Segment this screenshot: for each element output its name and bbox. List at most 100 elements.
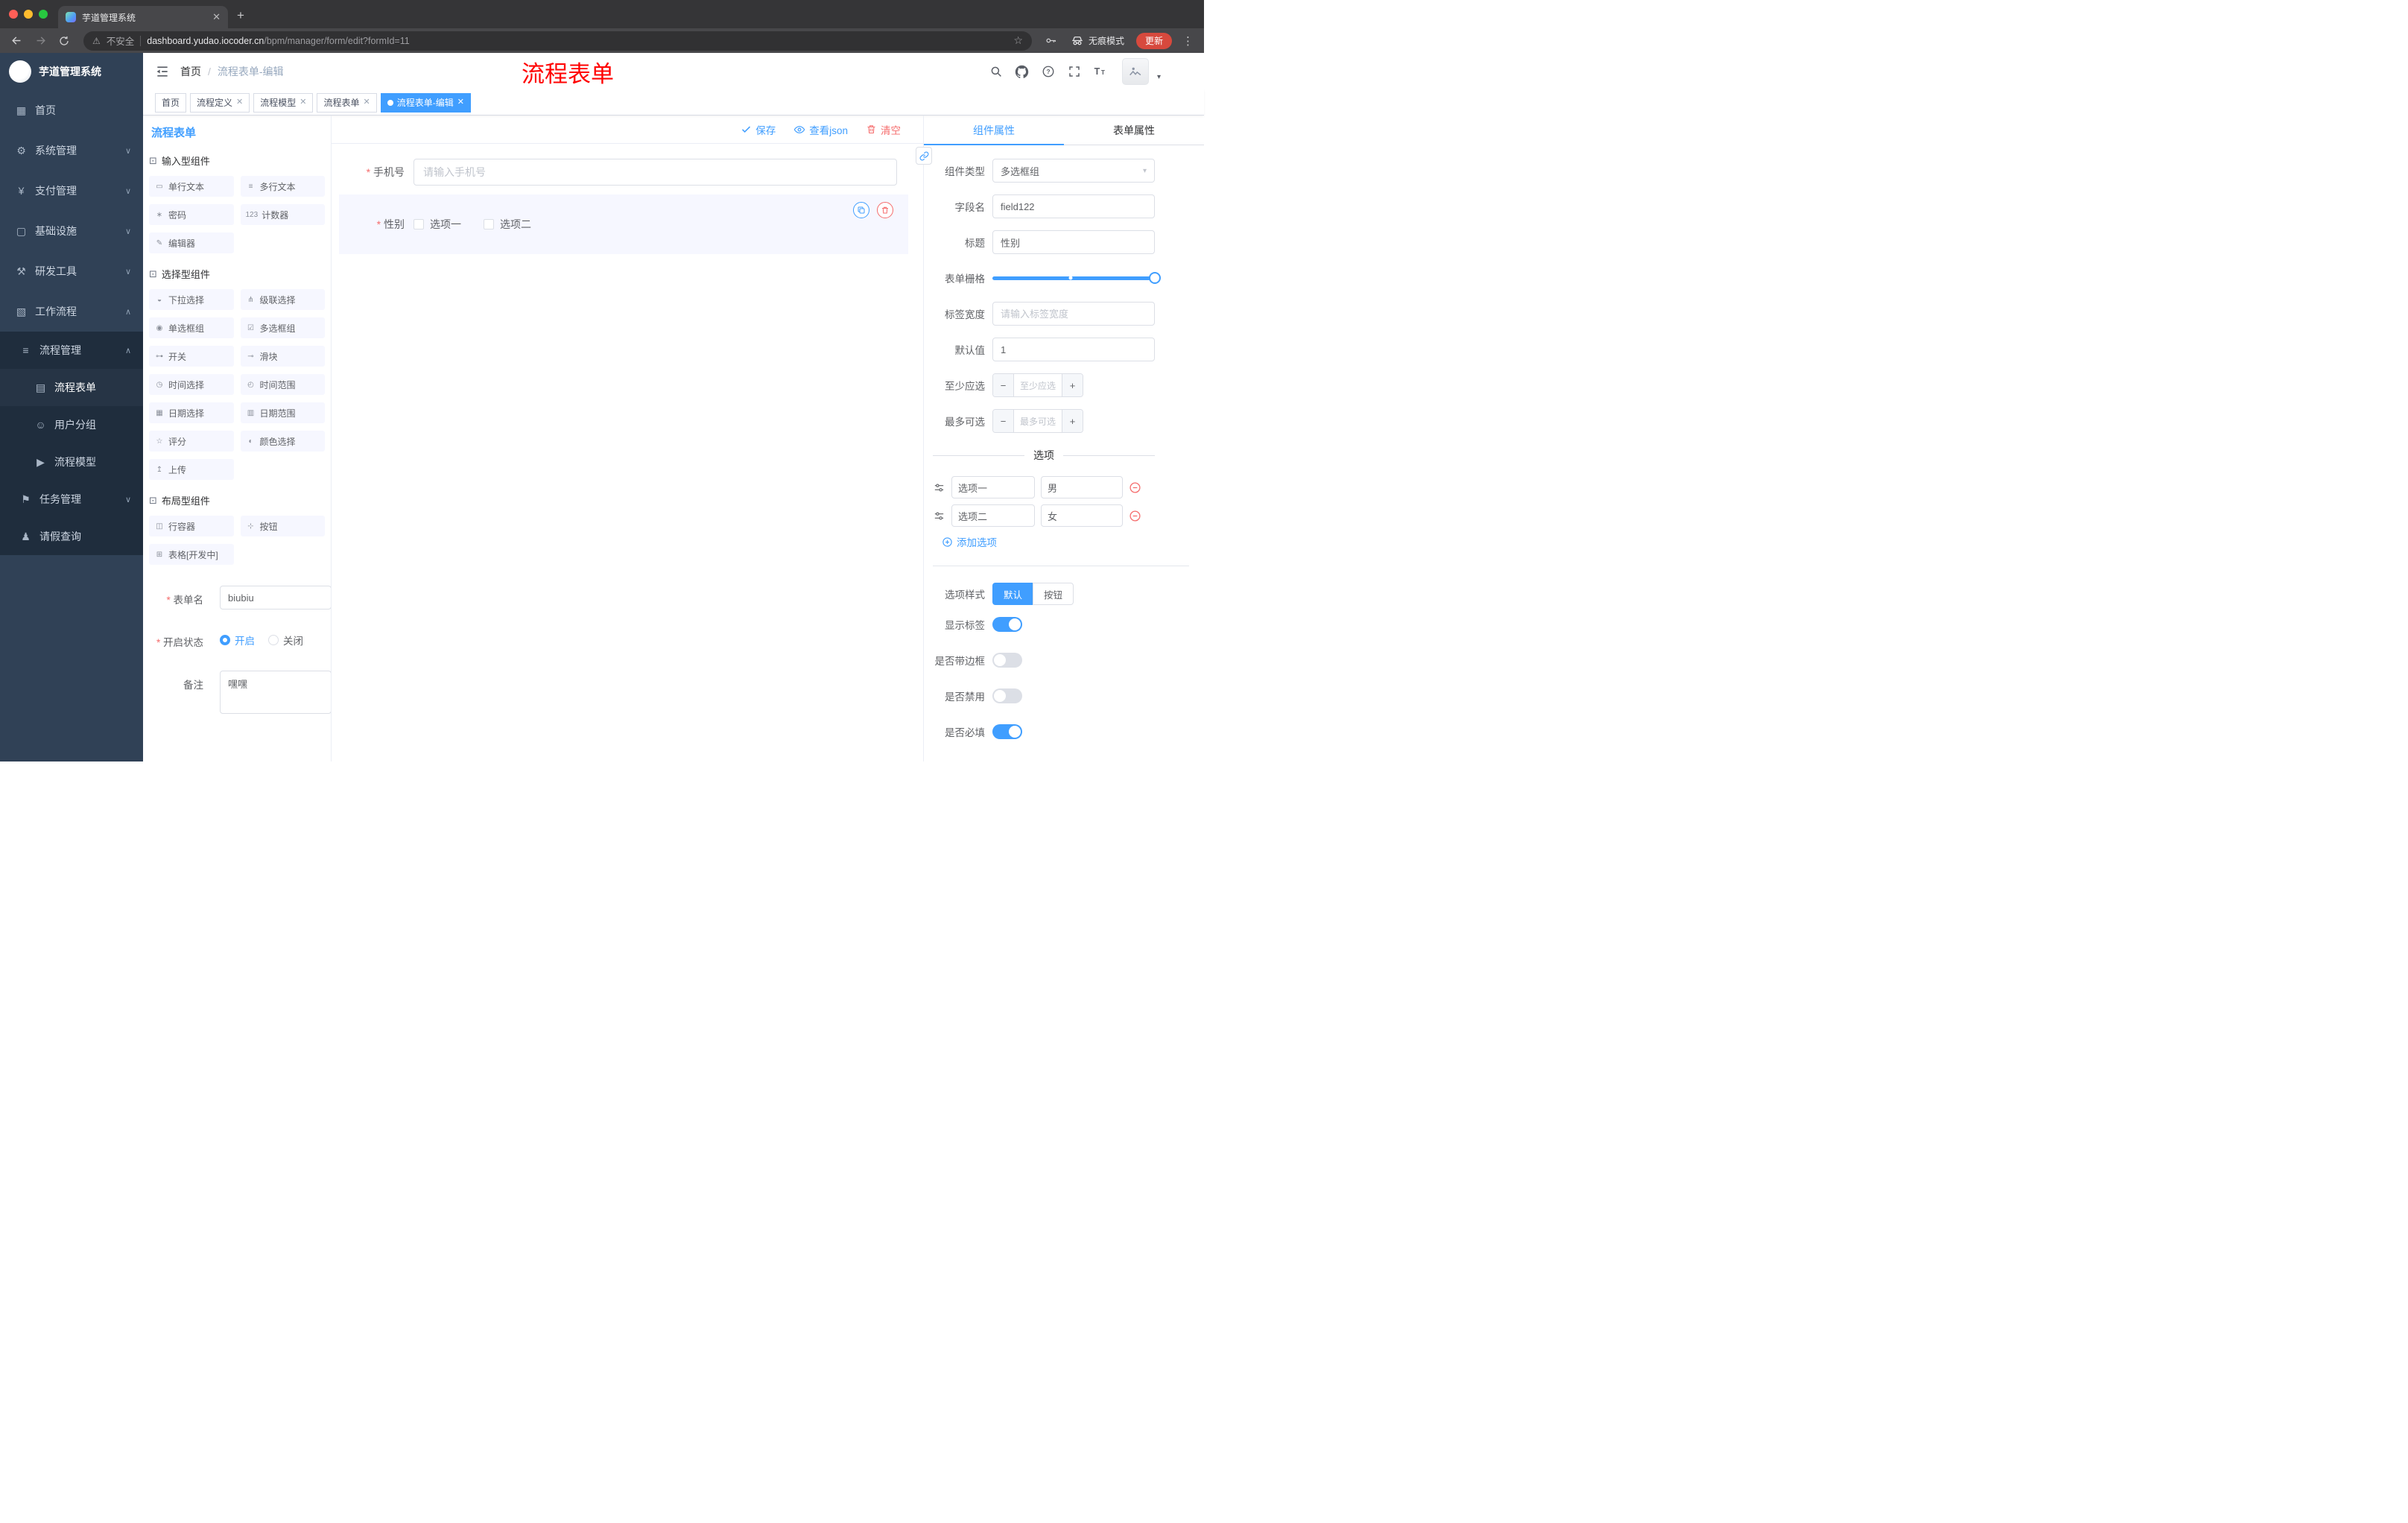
tag-process-form-edit[interactable]: 流程表单-编辑 ✕ [380, 92, 471, 113]
disabled-switch[interactable] [992, 688, 1022, 703]
sidebar-item-process-form[interactable]: ▤ 流程表单 [0, 369, 143, 406]
style-default-button[interactable]: 默认 [992, 583, 1033, 605]
search-icon[interactable] [989, 64, 1004, 79]
sidebar-item-user-group[interactable]: ☺ 用户分组 [0, 406, 143, 443]
palette-item-rate[interactable]: ☆ 评分 [149, 431, 234, 452]
sidebar-item-system-management[interactable]: ⚙ 系统管理 ∨ [0, 130, 143, 171]
palette-item-counter[interactable]: 123 计数器 [240, 204, 325, 225]
hamburger-icon[interactable] [155, 64, 170, 79]
caret-down-icon[interactable]: ▾ [1157, 73, 1161, 81]
option-label-input[interactable] [951, 504, 1035, 527]
window-close-button[interactable] [9, 10, 18, 19]
view-json-button[interactable]: 查看json [793, 122, 848, 137]
checkbox-option-one[interactable]: 选项一 [414, 217, 461, 232]
drag-handle-icon[interactable] [933, 481, 945, 494]
palette-item-color-picker[interactable]: ◐ 颜色选择 [240, 431, 325, 452]
option-label-input[interactable] [951, 476, 1035, 498]
palette-item-select[interactable]: ◒ 下拉选择 [149, 289, 234, 310]
checkbox-option-two[interactable]: 选项二 [484, 217, 531, 232]
field-name-input[interactable] [992, 194, 1155, 218]
form-grid-slider[interactable] [992, 266, 1161, 290]
sidebar-item-process-model[interactable]: ▶ 流程模型 [0, 443, 143, 481]
palette-item-password[interactable]: ∗ 密码 [149, 204, 234, 225]
palette-item-date-range[interactable]: ▥ 日期范围 [240, 402, 325, 423]
phone-field-input[interactable] [414, 159, 897, 186]
palette-item-checkbox-group[interactable]: ☑ 多选框组 [240, 317, 325, 338]
update-button[interactable]: 更新 [1135, 32, 1172, 49]
form-name-input[interactable] [220, 586, 331, 609]
palette-item-slider[interactable]: ⊸ 滑块 [240, 346, 325, 367]
status-radio-on[interactable]: 开启 [220, 633, 255, 647]
increase-icon[interactable]: + [1062, 374, 1083, 396]
component-type-select[interactable]: 多选框组 ▾ [992, 159, 1155, 183]
palette-item-multi-line-text[interactable]: ≡ 多行文本 [240, 176, 325, 197]
increase-icon[interactable]: + [1062, 410, 1083, 432]
canvas-body[interactable]: 手机号 性别 选项一 选项二 [332, 144, 923, 762]
save-button[interactable]: 保存 [741, 122, 776, 137]
palette-item-time-picker[interactable]: ◷ 时间选择 [149, 374, 234, 395]
sidebar-item-home[interactable]: ▦ 首页 [0, 90, 143, 130]
palette-item-upload[interactable]: ↥ 上传 [149, 459, 234, 480]
clear-button[interactable]: 清空 [866, 122, 901, 137]
font-size-icon[interactable]: TT [1093, 64, 1108, 79]
tag-process-definition[interactable]: 流程定义 ✕ [190, 92, 250, 113]
decrease-icon[interactable]: − [993, 410, 1014, 432]
palette-item-button[interactable]: ⊹ 按钮 [240, 516, 325, 536]
show-label-switch[interactable] [992, 617, 1022, 632]
checkbox-icon[interactable] [484, 219, 494, 229]
window-minimize-button[interactable] [24, 10, 33, 19]
tag-process-model[interactable]: 流程模型 ✕ [253, 92, 314, 113]
address-bar[interactable]: ⚠ 不安全 dashboard.yudao.iocoder.cn/bpm/man… [83, 31, 1032, 51]
label-width-input[interactable] [992, 302, 1155, 326]
canvas-field-phone[interactable]: 手机号 [339, 159, 908, 186]
default-value-input[interactable] [992, 338, 1155, 361]
add-option-button[interactable]: 添加选项 [942, 534, 1155, 549]
decrease-icon[interactable]: − [993, 374, 1014, 396]
github-icon[interactable] [1015, 64, 1030, 79]
window-zoom-button[interactable] [39, 10, 48, 19]
tag-home[interactable]: 首页 [155, 92, 187, 113]
style-button-button[interactable]: 按钮 [1033, 583, 1074, 605]
close-icon[interactable]: ✕ [364, 98, 370, 107]
help-icon[interactable]: ? [1041, 64, 1056, 79]
tab-component-props[interactable]: 组件属性 [924, 115, 1064, 145]
palette-item-date-picker[interactable]: ▦ 日期选择 [149, 402, 234, 423]
sidebar-item-payment-management[interactable]: ¥ 支付管理 ∨ [0, 171, 143, 211]
sidebar-item-devtools[interactable]: ⚒ 研发工具 ∨ [0, 251, 143, 291]
close-icon[interactable]: ✕ [300, 98, 306, 107]
option-value-input[interactable] [1041, 504, 1123, 527]
palette-item-cascader[interactable]: ⋔ 级联选择 [240, 289, 325, 310]
bookmark-star-icon[interactable]: ☆ [1013, 34, 1023, 47]
browser-menu-icon[interactable]: ⋮ [1182, 34, 1194, 48]
palette-item-time-range[interactable]: ◴ 时间范围 [240, 374, 325, 395]
forward-icon[interactable] [31, 32, 49, 50]
palette-item-radio-group[interactable]: ◉ 单选框组 [149, 317, 234, 338]
sidebar-item-process-management[interactable]: ≡ 流程管理 ∧ [0, 332, 143, 369]
slider-handle[interactable] [1149, 272, 1161, 284]
close-icon[interactable]: ✕ [457, 98, 464, 107]
tab-close-icon[interactable]: ✕ [212, 11, 221, 23]
form-remark-textarea[interactable]: 嘿嘿 [220, 671, 331, 714]
drag-handle-icon[interactable] [933, 510, 945, 522]
canvas-field-gender[interactable]: 性别 选项一 选项二 [339, 194, 908, 254]
palette-item-single-line-text[interactable]: ▭ 单行文本 [149, 176, 234, 197]
option-value-input[interactable] [1041, 476, 1123, 498]
back-icon[interactable] [7, 32, 25, 50]
sidebar-item-workflow[interactable]: ▧ 工作流程 ∧ [0, 291, 143, 332]
sidebar-item-infrastructure[interactable]: ▢ 基础设施 ∨ [0, 211, 143, 251]
status-radio-off[interactable]: 关闭 [268, 633, 303, 647]
sidebar-item-leave-query[interactable]: ♟ 请假查询 [0, 518, 143, 555]
remove-option-icon[interactable] [1129, 481, 1141, 494]
reload-icon[interactable] [55, 32, 73, 50]
required-switch[interactable] [992, 724, 1022, 739]
tab-form-props[interactable]: 表单属性 [1064, 115, 1204, 145]
fullscreen-icon[interactable] [1067, 64, 1082, 79]
tag-process-form[interactable]: 流程表单 ✕ [317, 92, 377, 113]
max-select-value[interactable]: 最多可选 [1014, 410, 1062, 432]
palette-item-switch[interactable]: ⊶ 开关 [149, 346, 234, 367]
border-switch[interactable] [992, 653, 1022, 668]
copy-component-button[interactable] [853, 202, 869, 218]
palette-item-table[interactable]: ⊞ 表格[开发中] [149, 544, 234, 565]
browser-tab[interactable]: 芋道管理系统 ✕ [58, 6, 228, 28]
delete-component-button[interactable] [877, 202, 893, 218]
